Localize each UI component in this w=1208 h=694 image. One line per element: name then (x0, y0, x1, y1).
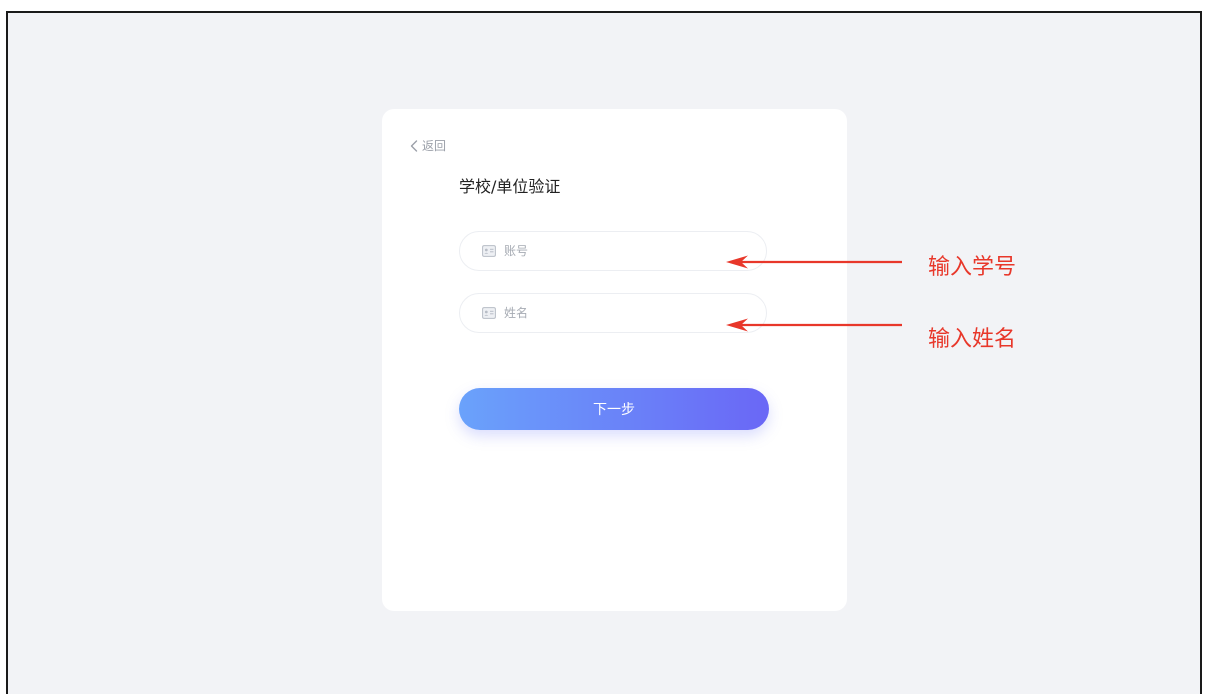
name-field[interactable] (459, 293, 767, 333)
page-title: 学校/单位验证 (459, 177, 561, 196)
back-label: 返回 (422, 139, 447, 153)
account-field[interactable] (459, 231, 767, 271)
id-card-icon (482, 307, 496, 319)
account-annotation: 输入学号 (928, 255, 1017, 280)
arrow-left-icon (726, 255, 902, 269)
account-input[interactable] (504, 244, 724, 258)
name-annotation: 输入姓名 (928, 327, 1017, 352)
back-link[interactable]: 返回 (410, 137, 446, 154)
verification-card: 返回 学校/单位验证 下一步 (382, 109, 847, 611)
chevron-left-icon (410, 139, 418, 152)
id-card-icon (482, 245, 496, 257)
next-step-button[interactable]: 下一步 (459, 388, 769, 430)
name-input[interactable] (504, 306, 724, 320)
arrow-left-icon (726, 318, 902, 332)
screenshot-frame: 返回 学校/单位验证 下一步 (6, 11, 1202, 694)
